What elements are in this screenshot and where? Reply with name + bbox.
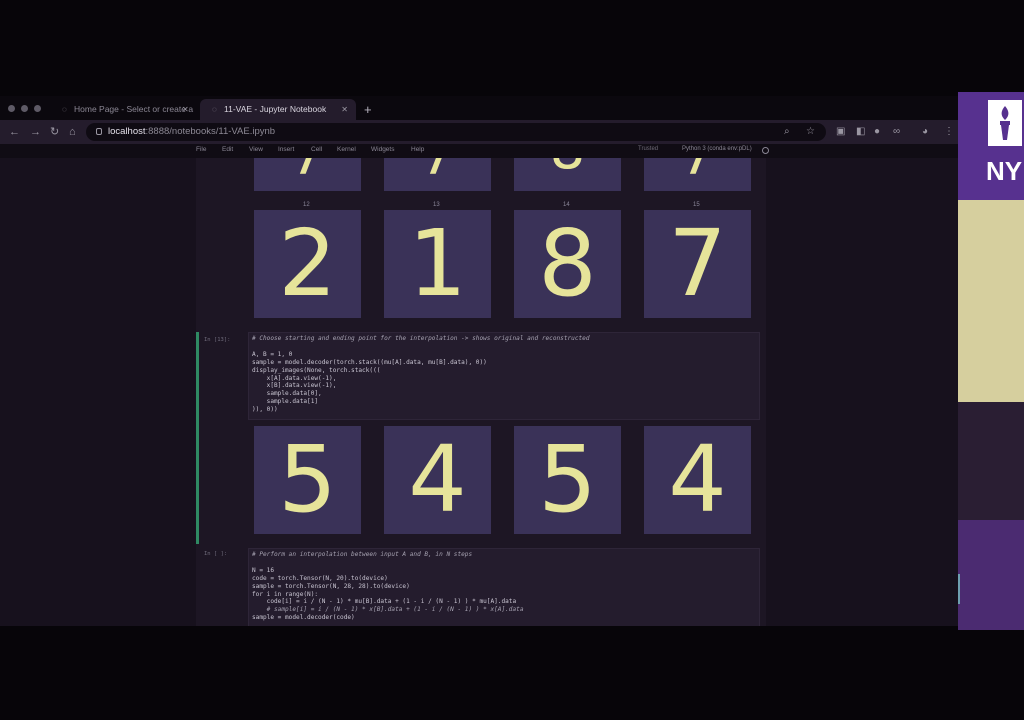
output-digit-image: 4 [644, 426, 751, 534]
video-whiteboard [958, 200, 1024, 402]
back-icon[interactable]: ← [9, 125, 20, 139]
output-digit-image: 5 [514, 426, 621, 534]
nyu-logo-text: NY [986, 156, 1023, 186]
reload-icon[interactable]: ↻ [50, 125, 59, 139]
close-tab-icon[interactable]: ✕ [182, 99, 189, 120]
output-digit-image: 5 [254, 426, 361, 534]
notebook-area[interactable]: 7 7 8 7 12 13 14 15 2 1 8 7 In [13]: # C… [196, 158, 766, 626]
video-backdrop [958, 520, 1024, 630]
close-tab-icon[interactable]: ✕ [341, 99, 348, 120]
browser-window: ◌ Home Page - Select or create a ◌ 11-VA… [0, 96, 958, 626]
code-cell-interpolation-loop[interactable]: # Perform an interpolation between input… [248, 548, 760, 626]
torch-icon [988, 100, 1022, 146]
image-index: 13 [433, 202, 440, 208]
tab-label: 11-VAE - Jupyter Notebook [224, 104, 327, 114]
menu-file[interactable]: File [196, 146, 206, 153]
menu-help[interactable]: Help [411, 146, 424, 153]
tab-label: Home Page - Select or create a [74, 104, 194, 114]
code-cell-interpolation-endpoints[interactable]: # Choose starting and ending point for t… [248, 332, 760, 420]
image-index: 14 [563, 202, 570, 208]
maximize-window-dot[interactable] [34, 105, 41, 112]
image-index: 15 [693, 202, 700, 208]
lecture-video-panel: NY [958, 92, 1024, 630]
forward-icon[interactable]: → [30, 125, 41, 139]
output-digit-image: 4 [384, 426, 491, 534]
home-icon[interactable]: ⌂ [69, 125, 76, 139]
digit-image: 8 [514, 210, 621, 318]
url-input[interactable]: localhost:8888/notebooks/11-VAE.ipynb ⌕ … [86, 123, 826, 141]
kernel-status-icon [762, 147, 769, 154]
info-icon[interactable] [96, 128, 102, 135]
new-tab-icon[interactable]: + [364, 99, 372, 120]
search-icon[interactable]: ⌕ [784, 125, 790, 139]
extension-icon[interactable]: ▣ [836, 125, 845, 139]
menu-widgets[interactable]: Widgets [371, 146, 394, 153]
close-window-dot[interactable] [8, 105, 15, 112]
kernel-name[interactable]: Python 3 (conda env:pDL) [682, 146, 752, 152]
menu-insert[interactable]: Insert [278, 146, 294, 153]
cell-prompt: In [ ]: [204, 551, 228, 557]
jupyter-menubar: File Edit View Insert Cell Kernel Widget… [0, 144, 958, 158]
jupyter-icon: ◌ [212, 105, 217, 114]
scrollbar-thumb[interactable] [958, 574, 960, 604]
minimize-window-dot[interactable] [21, 105, 28, 112]
digit-image: 7 [384, 158, 491, 191]
jupyter-icon: ◌ [62, 105, 67, 114]
url-text: localhost:8888/notebooks/11-VAE.ipynb [108, 126, 276, 137]
digit-image: 1 [384, 210, 491, 318]
menu-view[interactable]: View [249, 146, 263, 153]
nyu-logo: NY [958, 92, 1024, 200]
menu-kebab-icon[interactable]: ⋮ [944, 125, 954, 139]
menu-edit[interactable]: Edit [222, 146, 233, 153]
digit-image: 8 [514, 158, 621, 191]
digit-image: 7 [644, 158, 751, 191]
image-index: 12 [303, 202, 310, 208]
digit-image: 2 [254, 210, 361, 318]
tab-bar: ◌ Home Page - Select or create a ◌ 11-VA… [0, 96, 958, 120]
menu-cell[interactable]: Cell [311, 146, 322, 153]
cell-prompt: In [13]: [204, 337, 231, 343]
menu-kernel[interactable]: Kernel [337, 146, 356, 153]
digit-image: 7 [644, 210, 751, 318]
address-bar: ← → ↻ ⌂ localhost:8888/notebooks/11-VAE.… [0, 120, 958, 144]
extension-icon[interactable]: ◧ [856, 125, 865, 139]
bookmark-star-icon[interactable]: ☆ [806, 125, 815, 139]
video-presenter-area [958, 402, 1024, 520]
profile-icon[interactable]: ● [874, 125, 880, 139]
tab-11-vae[interactable]: ◌ 11-VAE - Jupyter Notebook ✕ [200, 99, 356, 120]
trusted-indicator[interactable]: Trusted [638, 146, 658, 152]
tab-home-page[interactable]: ◌ Home Page - Select or create a [50, 99, 196, 120]
digit-image: 7 [254, 158, 361, 191]
extension-icon[interactable]: ∞ [893, 125, 900, 139]
avatar-icon[interactable]: ◕ [922, 125, 928, 139]
selected-cell-indicator [196, 332, 199, 544]
